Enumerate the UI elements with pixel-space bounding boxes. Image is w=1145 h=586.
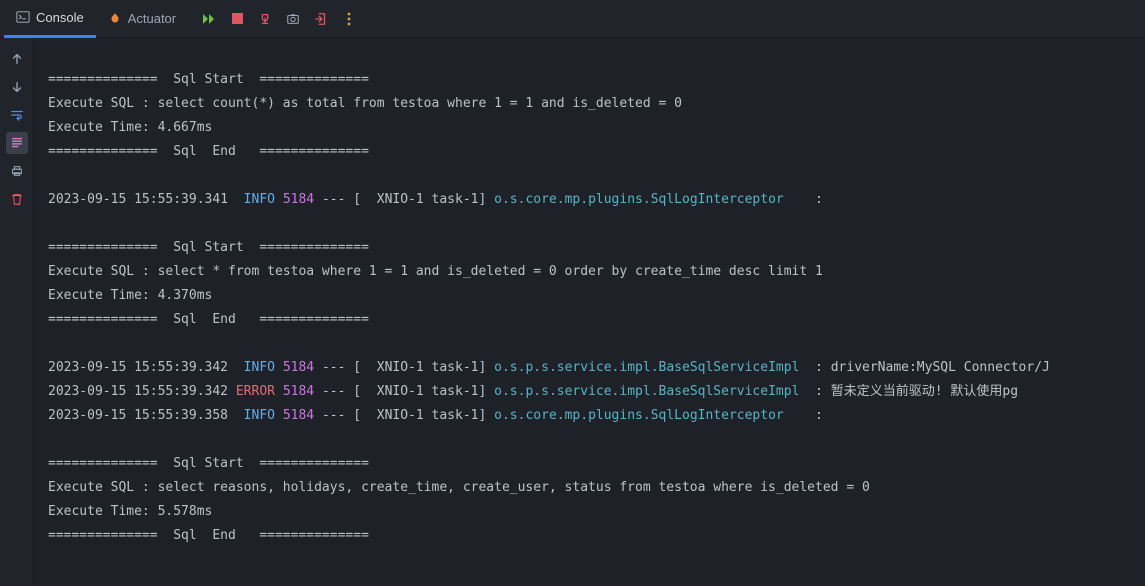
log-line: ============== Sql Start ============== bbox=[48, 236, 1131, 260]
log-line bbox=[48, 428, 1131, 452]
log-line bbox=[48, 332, 1131, 356]
tab-console-label: Console bbox=[36, 10, 84, 25]
toolbar: Console Actuator bbox=[0, 0, 1145, 38]
log-line: Execute SQL : select reasons, holidays, … bbox=[48, 476, 1131, 500]
rerun-button[interactable] bbox=[196, 6, 222, 32]
log-line: 2023-09-15 15:55:39.358 INFO 5184 --- [ … bbox=[48, 404, 1131, 428]
log-line bbox=[48, 212, 1131, 236]
log-line: 2023-09-15 15:55:39.342 ERROR 5184 --- [… bbox=[48, 380, 1131, 404]
tab-actuator[interactable]: Actuator bbox=[96, 0, 188, 38]
log-line bbox=[48, 44, 1131, 68]
log-line: ============== Sql Start ============== bbox=[48, 68, 1131, 92]
toolbar-actions bbox=[196, 6, 362, 32]
log-line: 2023-09-15 15:55:39.341 INFO 5184 --- [ … bbox=[48, 188, 1131, 212]
console-icon bbox=[16, 10, 30, 24]
attach-debugger-button[interactable] bbox=[252, 6, 278, 32]
gutter bbox=[0, 38, 34, 586]
log-line: Execute Time: 5.578ms bbox=[48, 500, 1131, 524]
log-line: ============== Sql Start ============== bbox=[48, 452, 1131, 476]
print-button[interactable] bbox=[6, 160, 28, 182]
log-line: Execute Time: 4.667ms bbox=[48, 116, 1131, 140]
main: ============== Sql Start ==============E… bbox=[0, 38, 1145, 586]
exit-button[interactable] bbox=[308, 6, 334, 32]
log-line: Execute SQL : select count(*) as total f… bbox=[48, 92, 1131, 116]
tab-actuator-label: Actuator bbox=[128, 11, 176, 26]
log-line: ============== Sql End ============== bbox=[48, 140, 1131, 164]
log-line: ============== Sql End ============== bbox=[48, 308, 1131, 332]
tab-console[interactable]: Console bbox=[4, 0, 96, 38]
scroll-to-end-button[interactable] bbox=[6, 132, 28, 154]
log-line: Execute SQL : select * from testoa where… bbox=[48, 260, 1131, 284]
log-line bbox=[48, 164, 1131, 188]
more-button[interactable] bbox=[336, 6, 362, 32]
log-line: ============== Sql End ============== bbox=[48, 524, 1131, 548]
scroll-up-button[interactable] bbox=[6, 48, 28, 70]
scroll-down-button[interactable] bbox=[6, 76, 28, 98]
stop-button[interactable] bbox=[224, 6, 250, 32]
log-line: Execute Time: 4.370ms bbox=[48, 284, 1131, 308]
snapshot-button[interactable] bbox=[280, 6, 306, 32]
log-line bbox=[48, 548, 1131, 572]
soft-wrap-button[interactable] bbox=[6, 104, 28, 126]
actuator-icon bbox=[108, 12, 122, 26]
console-output[interactable]: ============== Sql Start ==============E… bbox=[34, 38, 1145, 586]
clear-button[interactable] bbox=[6, 188, 28, 210]
log-line: 2023-09-15 15:55:39.342 INFO 5184 --- [ … bbox=[48, 356, 1131, 380]
